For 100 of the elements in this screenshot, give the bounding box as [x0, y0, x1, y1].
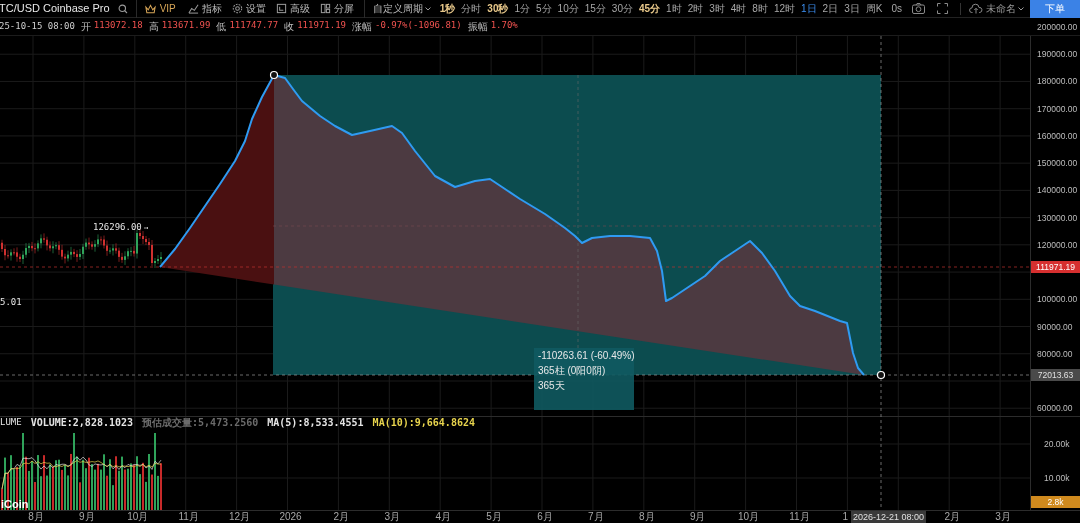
chart-line-icon [187, 3, 199, 14]
cloud-upload-icon[interactable] [968, 3, 983, 14]
period-tab[interactable]: 15分 [584, 1, 606, 16]
last-volume-tag: 2.8k [1031, 496, 1080, 508]
watermark-logo: iCoin [1, 497, 29, 512]
period-tab[interactable]: 12时 [773, 1, 796, 16]
ohlc-label: 收 [284, 20, 295, 34]
ohlc-value: 1.70% [490, 19, 518, 32]
caret-icon [1017, 6, 1024, 11]
bar-count-text: 365柱 (0阳0阴) [538, 364, 607, 377]
time-axis-label: 10月 [738, 511, 760, 523]
cursor-time-tag: 2026-12-21 08:00 [851, 511, 927, 523]
time-axis-label: 3月 [995, 511, 1011, 523]
period-tab[interactable]: 45分 [638, 1, 661, 16]
period-tab[interactable]: 10分 [557, 1, 579, 16]
high-price-label: 126296.00 [93, 221, 142, 234]
volume-title: LUME [0, 415, 22, 429]
period-tab[interactable]: 3日 [844, 1, 860, 16]
time-axis-label: 2026 [279, 511, 302, 523]
custom-period-dropdown[interactable]: 自定义周期 [372, 1, 431, 16]
fullscreen-icon[interactable] [936, 3, 948, 14]
time-axis-label: 9月 [689, 511, 706, 523]
volume-indicator: 预估成交量:5,473.2560 [142, 416, 259, 430]
time-axis-label: 1 [842, 511, 849, 523]
ohlc-label: 低 [216, 20, 227, 34]
ohlc-value: 111747.77 [229, 19, 279, 32]
period-tab[interactable]: 1秒 [439, 1, 456, 16]
price-label: 5.01 [0, 296, 22, 309]
time-axis-label: 5月 [486, 511, 502, 523]
price-axis-label: 190000.00 [1037, 48, 1078, 61]
period-tab[interactable]: 分时 [461, 1, 482, 16]
caret-icon [424, 6, 431, 11]
period-tab[interactable]: 30秒 [487, 1, 509, 16]
camera-icon[interactable] [911, 3, 925, 14]
price-change-text: -110263.61 (-60.49%) [538, 349, 635, 362]
window-icon [275, 3, 287, 14]
ohlc-label: 振幅 [467, 20, 488, 34]
time-axis-label: 9月 [79, 511, 95, 523]
cursor-price-tag: 72013.63 [1031, 369, 1080, 381]
vip-label[interactable]: VIP [159, 1, 176, 16]
price-axis-label: 170000.00 [1037, 102, 1078, 116]
time-axis-label: 12月 [229, 511, 251, 523]
price-axis-label: 90000.00 [1037, 320, 1073, 334]
time-axis-label: 11月 [178, 511, 199, 523]
ohlc-value: 113671.99 [161, 19, 211, 32]
time-axis-label: 6月 [537, 511, 553, 523]
ohlc-value: 111971.19 [297, 19, 346, 32]
time-axis-label: 8月 [28, 511, 44, 523]
timer-label: 0s [891, 2, 902, 16]
price-axis-label: 160000.00 [1037, 129, 1078, 143]
search-icon[interactable] [117, 3, 128, 14]
price-axis-label: 150000.00 [1037, 157, 1078, 170]
period-tab[interactable]: 1时 [666, 1, 682, 16]
period-tab[interactable]: 2时 [687, 1, 704, 16]
volume-axis-label: 20.00k [1044, 438, 1070, 451]
time-axis-label: 2月 [944, 511, 960, 523]
time-axis-label: 2月 [333, 511, 350, 523]
toolbar-link[interactable]: 分屏 [333, 1, 354, 16]
symbol-title: TC/USD Coinbase Pro [0, 1, 111, 17]
handle-icon[interactable] [269, 70, 279, 80]
toolbar-link[interactable]: 指标 [201, 1, 222, 16]
period-tab[interactable]: 周K [865, 1, 883, 16]
period-tab[interactable]: 1分 [514, 1, 531, 16]
crown-icon [144, 3, 156, 14]
price-axis-label: 60000.00 [1037, 402, 1073, 415]
toolbar-link[interactable]: 高级 [289, 1, 310, 16]
price-axis-label: 180000.00 [1037, 75, 1078, 89]
last-price-tag: 111971.19 [1031, 261, 1080, 273]
price-axis-label: 140000.00 [1037, 184, 1078, 198]
period-tab[interactable]: 4时 [730, 1, 747, 16]
period-tab[interactable]: 2日 [822, 1, 839, 16]
time-axis-label: 3月 [384, 511, 401, 523]
period-tab[interactable]: 1日 [801, 1, 817, 16]
handle-icon[interactable] [876, 370, 886, 380]
order-button[interactable]: 下单 [1030, 0, 1080, 18]
price-axis-label: 200000.00 [1037, 21, 1078, 34]
price-axis-label: 100000.00 [1037, 293, 1078, 307]
settings-icon [231, 3, 243, 14]
price-axis-label: 80000.00 [1037, 347, 1073, 361]
day-count-text: 365天 [538, 379, 566, 392]
volume-axis-label: 10.00k [1044, 472, 1070, 485]
split-screen-icon [319, 3, 331, 14]
volume-indicator: VOLUME:2,828.1023 [30, 416, 134, 430]
price-axis-label: 120000.00 [1037, 238, 1078, 252]
toolbar-link[interactable]: 设置 [245, 1, 266, 16]
layout-name-dropdown[interactable]: 未命名 [985, 1, 1024, 16]
arrow-icon [143, 225, 149, 230]
time-axis-label: 8月 [639, 511, 655, 523]
period-tab[interactable]: 30分 [611, 1, 633, 16]
ohlc-label: 开 [80, 20, 91, 34]
time-axis-label: 10月 [127, 511, 149, 523]
ohlc-value: -0.97%(-1096.81) [375, 19, 462, 32]
time-axis-label: 7月 [588, 511, 604, 523]
period-tab[interactable]: 5分 [536, 1, 552, 16]
ohlc-label: 高 [148, 20, 159, 34]
ohlc-label: 涨幅 [352, 20, 372, 34]
period-tab[interactable]: 8时 [752, 1, 768, 16]
period-tab[interactable]: 3时 [709, 1, 725, 16]
time-axis-label: 4月 [435, 511, 451, 523]
volume-indicator: MA(5):8,533.4551 [267, 416, 364, 430]
